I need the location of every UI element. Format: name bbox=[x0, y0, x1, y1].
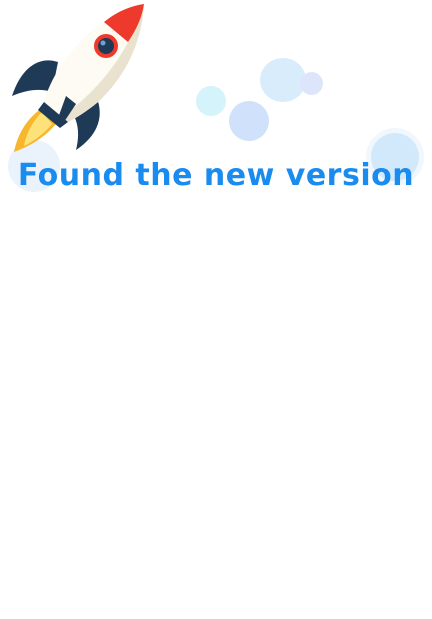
page-title: Found the new version bbox=[17, 158, 415, 193]
update-content-area bbox=[0, 200, 432, 619]
decorative-bubble bbox=[196, 86, 226, 116]
update-header-banner: Found the new version bbox=[0, 0, 432, 200]
decorative-bubble bbox=[300, 72, 323, 95]
decorative-bubble bbox=[260, 58, 306, 102]
rocket-icon bbox=[12, 4, 144, 152]
decorative-bubble bbox=[229, 101, 269, 141]
